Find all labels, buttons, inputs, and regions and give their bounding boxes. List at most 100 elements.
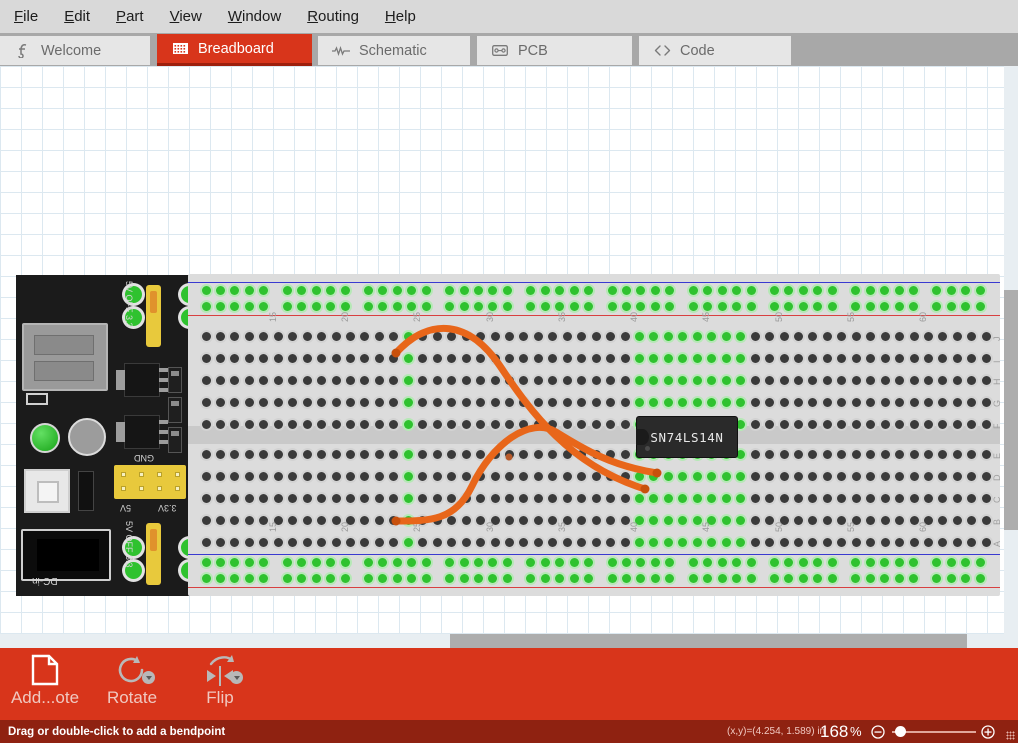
hole-D-31[interactable]	[649, 471, 659, 481]
hole-J-18[interactable]	[461, 331, 471, 341]
hole-E-25[interactable]	[562, 449, 572, 459]
rail-hole-bottom-pos[interactable]	[215, 573, 225, 583]
hole-H-22[interactable]	[519, 375, 529, 385]
hole-G-32[interactable]	[663, 397, 673, 407]
hole-A-23[interactable]	[533, 537, 543, 547]
hole-C-47[interactable]	[880, 493, 890, 503]
hole-E-47[interactable]	[880, 449, 890, 459]
rail-hole-bottom-neg[interactable]	[665, 557, 675, 567]
hole-E-4[interactable]	[259, 449, 269, 459]
hole-I-21[interactable]	[504, 353, 514, 363]
rail-hole-bottom-neg[interactable]	[650, 557, 660, 567]
hole-J-22[interactable]	[519, 331, 529, 341]
hole-F-11[interactable]	[360, 419, 370, 429]
hole-B-1[interactable]	[215, 515, 225, 525]
hole-H-25[interactable]	[562, 375, 572, 385]
rail-hole-bottom-neg[interactable]	[363, 557, 373, 567]
hole-G-29[interactable]	[620, 397, 630, 407]
hole-G-18[interactable]	[461, 397, 471, 407]
hole-D-9[interactable]	[331, 471, 341, 481]
rail-hole-top-pos[interactable]	[363, 301, 373, 311]
hole-I-36[interactable]	[721, 353, 731, 363]
hole-D-51[interactable]	[938, 471, 948, 481]
hole-A-5[interactable]	[273, 537, 283, 547]
rail-hole-top-neg[interactable]	[584, 285, 594, 295]
rail-hole-top-pos[interactable]	[282, 301, 292, 311]
hole-H-31[interactable]	[649, 375, 659, 385]
hole-F-46[interactable]	[866, 419, 876, 429]
rail-hole-bottom-neg[interactable]	[502, 557, 512, 567]
hole-I-6[interactable]	[288, 353, 298, 363]
hole-B-21[interactable]	[504, 515, 514, 525]
hole-F-28[interactable]	[606, 419, 616, 429]
hole-G-54[interactable]	[981, 397, 991, 407]
hole-C-11[interactable]	[360, 493, 370, 503]
rail-hole-bottom-neg[interactable]	[746, 557, 756, 567]
hole-J-26[interactable]	[577, 331, 587, 341]
hole-G-28[interactable]	[606, 397, 616, 407]
hole-H-43[interactable]	[822, 375, 832, 385]
hole-E-27[interactable]	[591, 449, 601, 459]
hole-H-37[interactable]	[736, 375, 746, 385]
hole-G-19[interactable]	[476, 397, 486, 407]
hole-G-8[interactable]	[317, 397, 327, 407]
hole-I-25[interactable]	[562, 353, 572, 363]
hole-J-39[interactable]	[765, 331, 775, 341]
rail-hole-bottom-neg[interactable]	[894, 557, 904, 567]
rail-hole-top-pos[interactable]	[703, 301, 713, 311]
rail-hole-top-pos[interactable]	[584, 301, 594, 311]
hole-C-38[interactable]	[750, 493, 760, 503]
hole-J-23[interactable]	[533, 331, 543, 341]
hole-J-5[interactable]	[273, 331, 283, 341]
hole-G-48[interactable]	[895, 397, 905, 407]
hole-F-19[interactable]	[476, 419, 486, 429]
hole-D-13[interactable]	[389, 471, 399, 481]
hole-J-19[interactable]	[476, 331, 486, 341]
hole-F-12[interactable]	[374, 419, 384, 429]
rail-hole-bottom-pos[interactable]	[621, 573, 631, 583]
hole-C-19[interactable]	[476, 493, 486, 503]
rail-hole-top-neg[interactable]	[784, 285, 794, 295]
hole-G-6[interactable]	[288, 397, 298, 407]
hole-G-31[interactable]	[649, 397, 659, 407]
hole-F-5[interactable]	[273, 419, 283, 429]
hole-J-32[interactable]	[663, 331, 673, 341]
rail-hole-top-neg[interactable]	[650, 285, 660, 295]
hole-F-47[interactable]	[880, 419, 890, 429]
rail-hole-bottom-neg[interactable]	[621, 557, 631, 567]
hole-D-27[interactable]	[591, 471, 601, 481]
hole-F-18[interactable]	[461, 419, 471, 429]
rail-hole-top-pos[interactable]	[215, 301, 225, 311]
tab-code[interactable]: Code	[639, 36, 791, 65]
rail-hole-bottom-neg[interactable]	[407, 557, 417, 567]
hole-E-48[interactable]	[895, 449, 905, 459]
hole-A-8[interactable]	[317, 537, 327, 547]
hole-E-42[interactable]	[808, 449, 818, 459]
hole-C-26[interactable]	[577, 493, 587, 503]
hole-I-51[interactable]	[938, 353, 948, 363]
hole-A-32[interactable]	[663, 537, 673, 547]
hole-I-7[interactable]	[302, 353, 312, 363]
hole-C-24[interactable]	[548, 493, 558, 503]
hole-H-45[interactable]	[851, 375, 861, 385]
hole-H-16[interactable]	[432, 375, 442, 385]
hole-H-27[interactable]	[591, 375, 601, 385]
hole-D-22[interactable]	[519, 471, 529, 481]
hole-G-40[interactable]	[779, 397, 789, 407]
hole-D-47[interactable]	[880, 471, 890, 481]
hole-H-5[interactable]	[273, 375, 283, 385]
hole-C-25[interactable]	[562, 493, 572, 503]
hole-J-9[interactable]	[331, 331, 341, 341]
hole-J-44[interactable]	[837, 331, 847, 341]
rail-hole-bottom-neg[interactable]	[732, 557, 742, 567]
hole-C-48[interactable]	[895, 493, 905, 503]
hole-A-2[interactable]	[230, 537, 240, 547]
hole-H-49[interactable]	[909, 375, 919, 385]
hole-F-20[interactable]	[490, 419, 500, 429]
hole-A-27[interactable]	[591, 537, 601, 547]
hole-G-21[interactable]	[504, 397, 514, 407]
rail-hole-bottom-neg[interactable]	[865, 557, 875, 567]
rail-hole-bottom-pos[interactable]	[607, 573, 617, 583]
hole-J-24[interactable]	[548, 331, 558, 341]
hole-I-15[interactable]	[418, 353, 428, 363]
